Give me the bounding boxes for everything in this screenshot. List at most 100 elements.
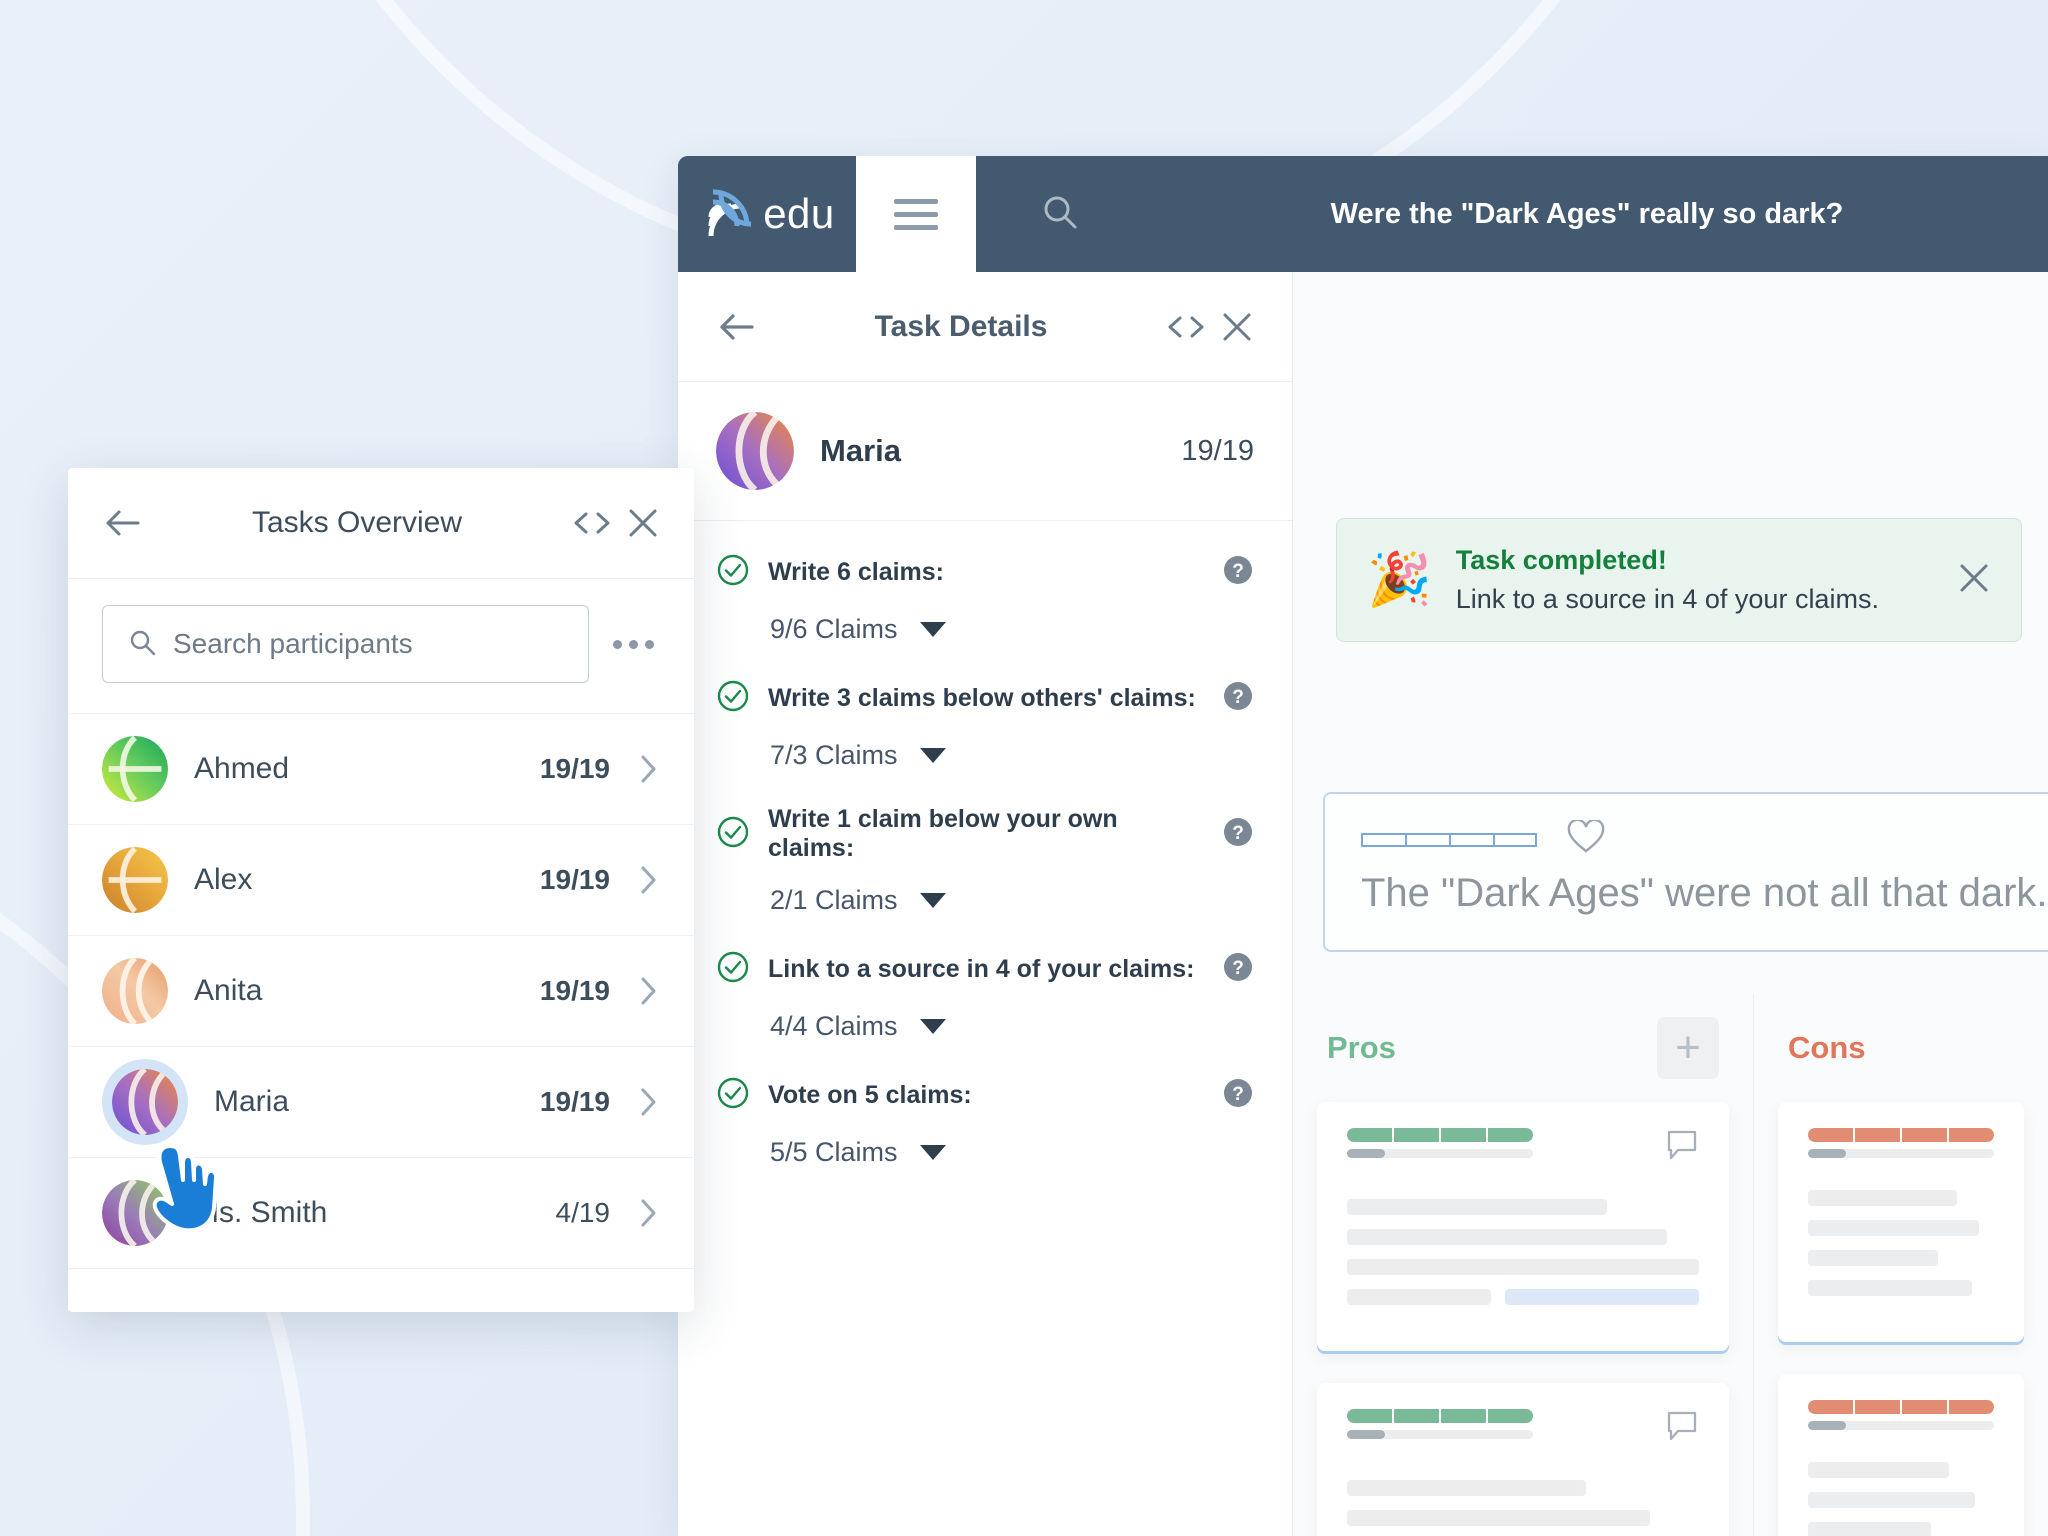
search-icon <box>127 627 157 662</box>
segmented-rating-bar[interactable] <box>1361 832 1537 847</box>
help-circle-icon[interactable]: ? <box>1222 680 1254 717</box>
check-circle-icon <box>716 679 750 718</box>
participant-name: Ms. Smith <box>194 1196 328 1229</box>
code-brackets-icon[interactable] <box>1166 312 1206 342</box>
chevron-right-icon[interactable] <box>636 1085 660 1119</box>
participant-score: 19/19 <box>539 1086 610 1117</box>
card-header <box>1347 1128 1699 1167</box>
task-item: Link to a source in 4 of your claims: ? … <box>678 940 1292 1066</box>
arrow-left-icon[interactable] <box>102 506 142 540</box>
task-value-dropdown[interactable]: 5/5 Claims <box>716 1137 1254 1168</box>
task-head: Vote on 5 claims: ? <box>716 1076 1254 1115</box>
participant-row-ms-smith[interactable]: Ms. Smith 4/19 <box>68 1157 694 1268</box>
party-popper-icon: 🎉 <box>1367 551 1432 609</box>
search-input[interactable]: Search participants <box>102 605 589 683</box>
task-label: Write 1 claim below your own claims: <box>768 805 1118 862</box>
rating-segment <box>1405 832 1449 847</box>
task-value: 2/1 Claims <box>770 885 898 915</box>
search-placeholder: Search participants <box>173 628 413 659</box>
task-value-dropdown[interactable]: 4/4 Claims <box>716 1011 1254 1042</box>
task-details-title: Task Details <box>874 309 1048 343</box>
tasks-overview-title: Tasks Overview <box>251 506 463 539</box>
participant-row-anita[interactable]: Anita 19/19 <box>68 935 694 1046</box>
pros-cons-columns: Pros + Cons <box>1293 994 2048 1536</box>
card-header <box>1808 1400 1994 1430</box>
help-circle-icon[interactable]: ? <box>1222 554 1254 591</box>
arrow-left-icon[interactable] <box>716 310 756 344</box>
participant-row-alex[interactable]: Alex 19/19 <box>68 824 694 935</box>
app-window: edu Were the "Dark Ages" really so dark? <box>678 156 2048 1536</box>
close-icon[interactable] <box>1220 310 1254 344</box>
card-rating <box>1808 1400 1994 1430</box>
chevron-right-icon[interactable] <box>636 752 660 786</box>
comment-bubble-icon[interactable] <box>1665 1128 1699 1167</box>
caret-down-icon <box>919 1145 946 1160</box>
person-score: 19/19 <box>1181 434 1254 467</box>
toast-subtitle: Link to a source in 4 of your claims. <box>1455 584 1879 614</box>
card-placeholder-lines <box>1808 1462 1994 1536</box>
task-head: Link to a source in 4 of your claims: ? <box>716 950 1254 989</box>
rating-sub-bar <box>1347 1430 1533 1439</box>
help-circle-icon[interactable]: ? <box>1222 1077 1254 1114</box>
task-label: Write 6 claims: <box>768 558 945 586</box>
help-circle-icon[interactable]: ? <box>1222 816 1254 853</box>
chevron-right-icon[interactable] <box>636 1196 660 1230</box>
placeholder-line-highlighted <box>1505 1289 1699 1305</box>
segmented-rating-bar <box>1808 1400 1994 1414</box>
code-brackets-icon[interactable] <box>572 508 612 538</box>
caret-down-icon <box>919 1019 946 1034</box>
list-end-divider <box>68 1268 694 1312</box>
app-body: Task Details Maria 19/19 Write 6 claims:… <box>678 272 2048 1536</box>
user-avatar-alex <box>102 847 168 913</box>
heart-outline-icon[interactable] <box>1567 818 1605 859</box>
cons-column-header: Cons <box>1754 994 2048 1102</box>
close-icon[interactable] <box>1957 561 1991 600</box>
task-value-dropdown[interactable]: 7/3 Claims <box>716 740 1254 771</box>
close-icon[interactable] <box>626 506 660 540</box>
task-details-person-row: Maria 19/19 <box>678 382 1292 521</box>
task-details-header: Task Details <box>678 272 1292 382</box>
participant-row-ahmed[interactable]: Ahmed 19/19 <box>68 713 694 824</box>
card-header <box>1808 1128 1994 1158</box>
cons-card[interactable] <box>1778 1102 2024 1342</box>
main-claim-card[interactable]: The "Dark Ages" were not all that dark. <box>1323 792 2048 952</box>
task-item: Vote on 5 claims: ? 5/5 Claims <box>678 1066 1292 1192</box>
task-item: Write 6 claims: ? 9/6 Claims <box>678 543 1292 669</box>
more-options-icon[interactable] <box>607 639 660 649</box>
help-circle-icon[interactable]: ? <box>1222 951 1254 988</box>
page-title: Were the "Dark Ages" really so dark? <box>1330 197 1844 230</box>
cons-card[interactable] <box>1778 1374 2024 1536</box>
participant-name: Anita <box>194 974 263 1007</box>
pros-card[interactable] <box>1317 1383 1729 1536</box>
chevron-right-icon[interactable] <box>636 863 660 897</box>
placeholder-line <box>1347 1199 1608 1215</box>
placeholder-line <box>1347 1289 1492 1305</box>
chevron-right-icon[interactable] <box>636 974 660 1008</box>
participant-name: Ahmed <box>194 752 290 785</box>
segmented-rating-bar <box>1347 1409 1533 1423</box>
plus-icon[interactable]: + <box>1657 1017 1719 1079</box>
pros-column: Pros + <box>1293 994 1754 1536</box>
participant-score: 19/19 <box>539 753 610 784</box>
task-value: 5/5 Claims <box>770 1137 898 1167</box>
placeholder-line <box>1347 1480 1587 1496</box>
participant-row-maria[interactable]: Maria 19/19 <box>68 1046 694 1157</box>
task-value-dropdown[interactable]: 9/6 Claims <box>716 614 1254 645</box>
task-value: 4/4 Claims <box>770 1011 898 1041</box>
avatar-selected-ring <box>102 1059 188 1145</box>
pros-card[interactable] <box>1317 1102 1729 1351</box>
check-circle-icon <box>716 815 750 854</box>
placeholder-line <box>1347 1259 1699 1275</box>
tasks-overview-panel: Tasks Overview Search participants Ahmed… <box>68 468 694 1312</box>
task-value-dropdown[interactable]: 2/1 Claims <box>716 885 1254 916</box>
task-label: Write 3 claims below others' claims: <box>768 684 1196 712</box>
menu-line <box>894 198 938 204</box>
hamburger-menu-icon[interactable] <box>856 156 976 272</box>
menu-line <box>894 211 938 217</box>
task-head: Write 6 claims: ? <box>716 553 1254 592</box>
signal-waves-logo-icon <box>699 186 755 242</box>
brand-logo-area[interactable]: edu <box>678 156 856 272</box>
card-rating <box>1808 1128 1994 1158</box>
comment-bubble-icon[interactable] <box>1665 1409 1699 1448</box>
rating-sub-bar <box>1808 1421 1994 1430</box>
